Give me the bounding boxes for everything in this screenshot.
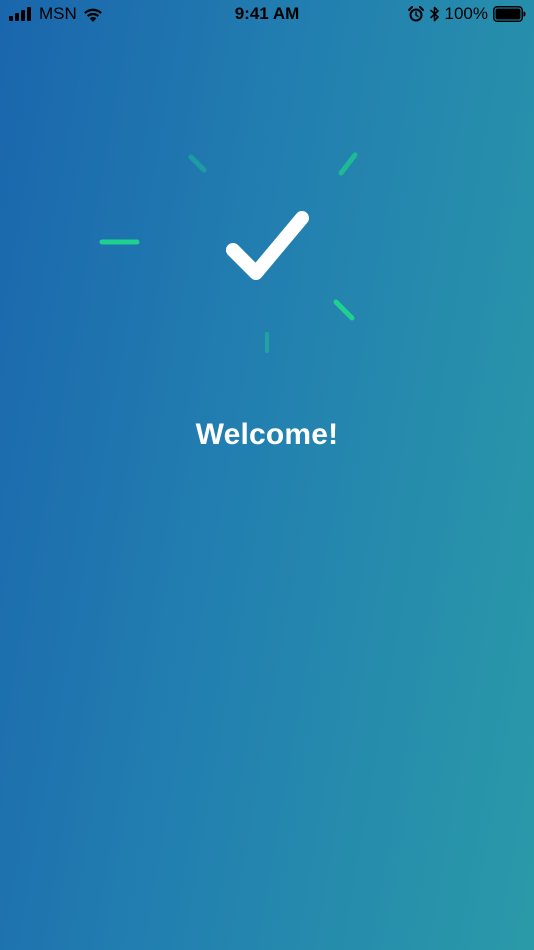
ray-top-right [338,152,358,176]
welcome-heading: Welcome! [195,418,339,451]
checkmark-icon [226,211,309,280]
ray-bottom-right [333,299,355,321]
success-illustration [99,152,358,353]
ray-top-left [188,154,207,173]
